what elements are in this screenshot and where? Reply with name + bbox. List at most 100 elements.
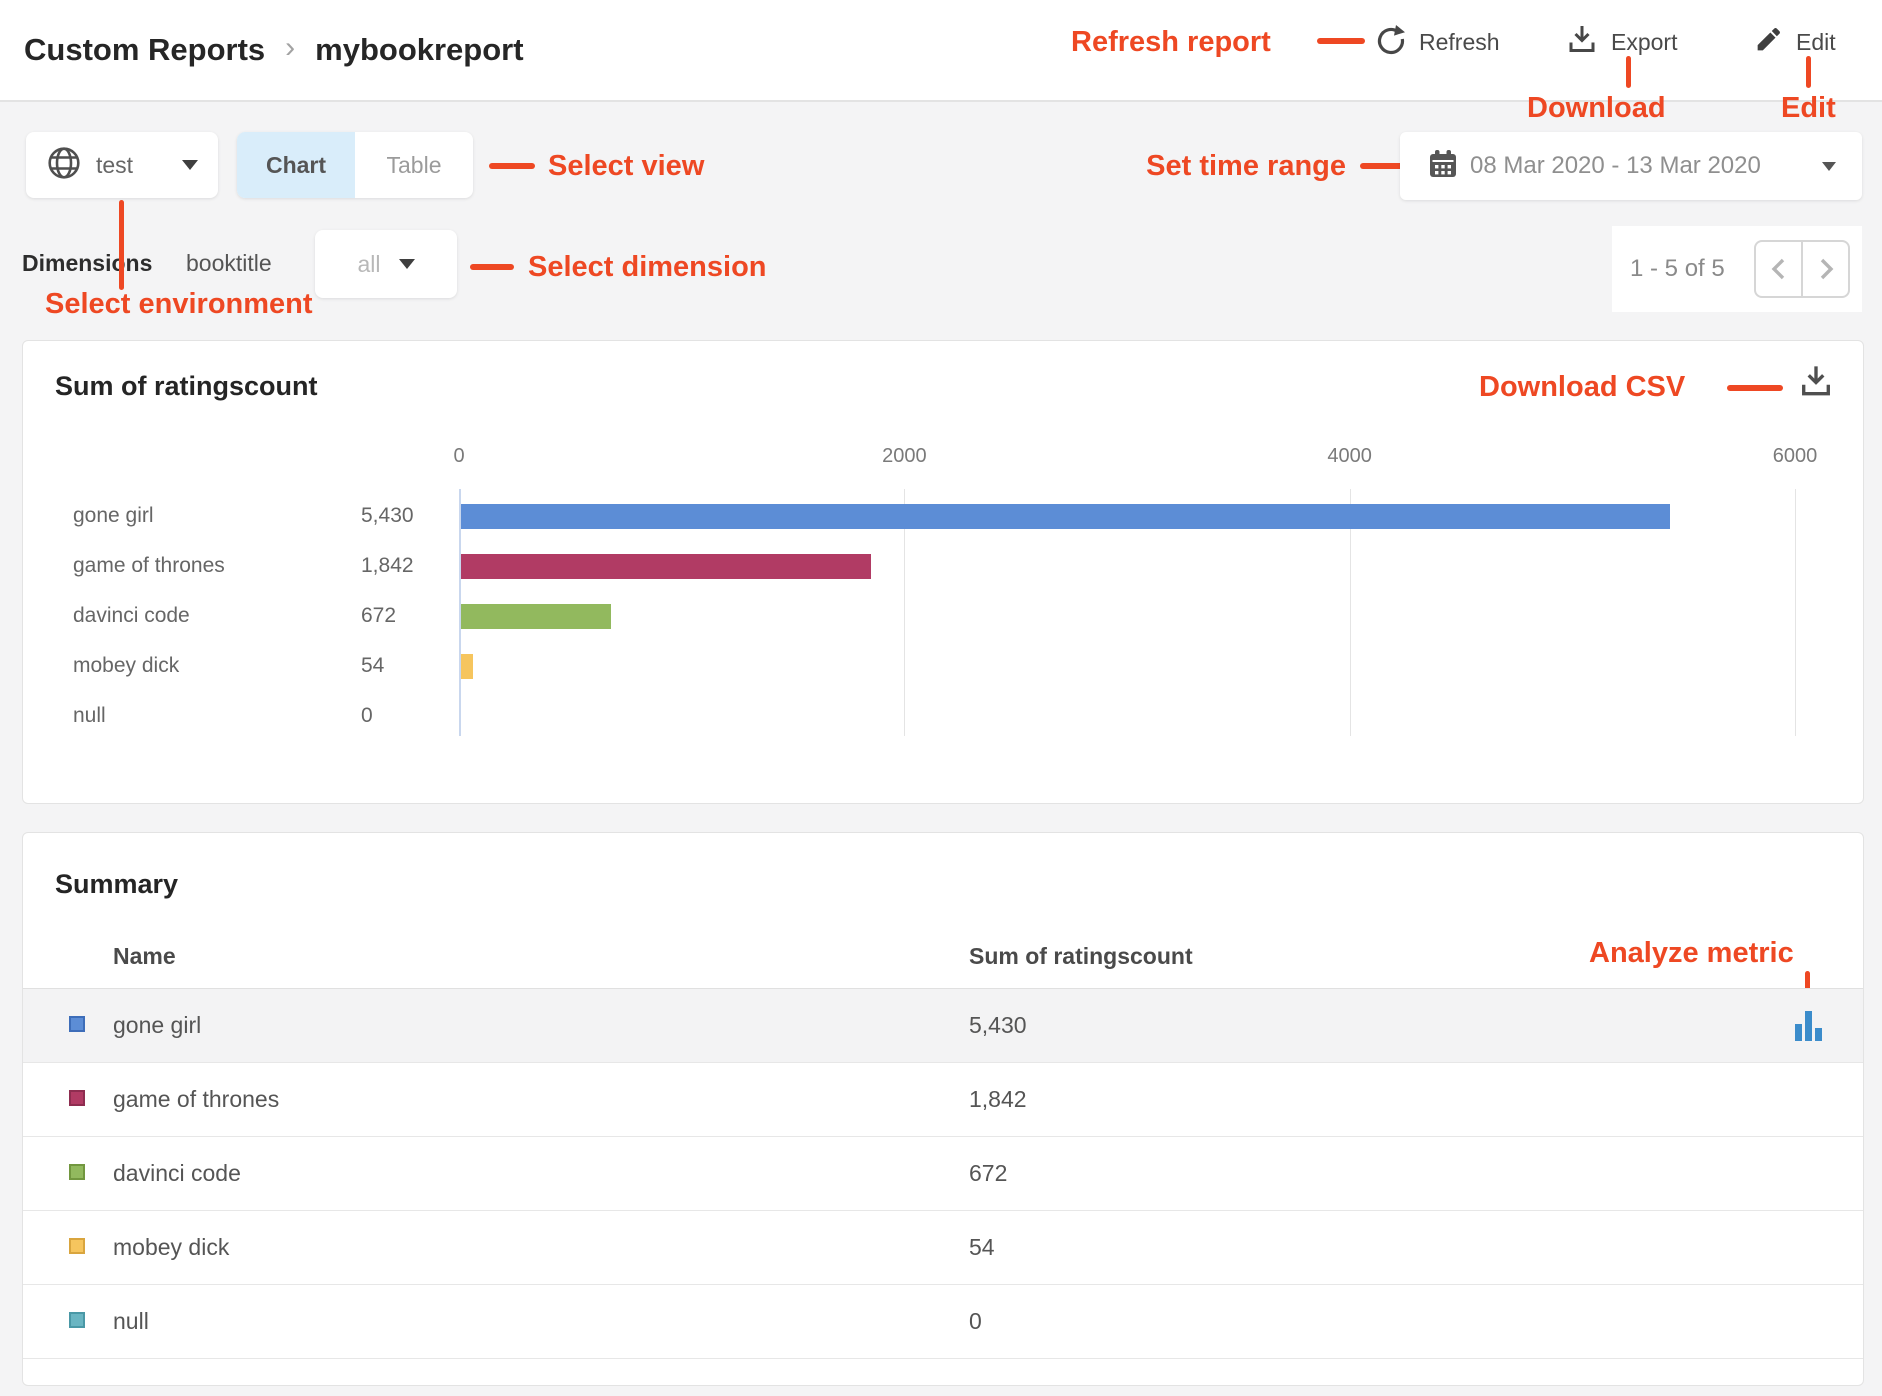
export-label: Export — [1611, 29, 1677, 56]
chart-bar — [461, 554, 871, 579]
pagination-buttons — [1754, 240, 1850, 298]
pencil-icon — [1752, 24, 1784, 61]
annotation-edit: Edit — [1781, 92, 1836, 125]
next-page-button[interactable] — [1803, 242, 1848, 296]
annotation-select-dimension: Select dimension — [528, 251, 767, 284]
summary-value: 0 — [969, 1285, 982, 1358]
environment-dropdown[interactable]: test — [26, 132, 218, 198]
breadcrumb-parent[interactable]: Custom Reports — [24, 32, 265, 68]
series-color-swatch — [69, 1312, 85, 1328]
annotation-line-edit — [1806, 56, 1811, 88]
annotation-select-view: Select view — [548, 150, 704, 183]
series-color-swatch — [69, 1016, 85, 1032]
pagination-range: 1 - 5 of 5 — [1630, 255, 1725, 283]
x-tick-label: 4000 — [1327, 445, 1372, 468]
globe-icon — [46, 145, 82, 186]
chart-category-label: game of thrones — [73, 541, 225, 591]
annotation-download: Download — [1527, 92, 1666, 125]
column-header-value: Sum of ratingscount — [969, 943, 1193, 970]
dimension-selected-value: all — [357, 251, 380, 278]
chevron-down-icon — [399, 259, 415, 269]
chart-row: null 0 — [23, 691, 1863, 741]
previous-page-button[interactable] — [1756, 242, 1803, 296]
date-range-value: 08 Mar 2020 - 13 Mar 2020 — [1470, 152, 1761, 180]
chart-value-label: 1,842 — [361, 541, 414, 591]
series-color-swatch — [69, 1090, 85, 1106]
summary-row[interactable]: davinci code 672 — [23, 1137, 1863, 1211]
chart-value-label: 672 — [361, 591, 396, 641]
annotation-set-time-range: Set time range — [1110, 150, 1346, 183]
chevron-down-icon — [182, 160, 198, 170]
chart-bar — [461, 604, 611, 629]
summary-name: null — [113, 1285, 149, 1358]
chart-category-label: mobey dick — [73, 641, 179, 691]
chart-row: gone girl 5,430 — [23, 491, 1863, 541]
summary-name: game of thrones — [113, 1063, 279, 1136]
dimension-field-name: booktitle — [186, 250, 272, 277]
chart-row: game of thrones 1,842 — [23, 541, 1863, 591]
refresh-label: Refresh — [1419, 29, 1500, 56]
edit-label: Edit — [1796, 29, 1836, 56]
annotation-analyze-metric: Analyze metric — [1589, 937, 1794, 970]
summary-row[interactable]: null 0 — [23, 1285, 1863, 1359]
summary-row[interactable]: game of thrones 1,842 — [23, 1063, 1863, 1137]
series-color-swatch — [69, 1164, 85, 1180]
dimensions-label: Dimensions — [22, 250, 152, 277]
chart-category-label: gone girl — [73, 491, 154, 541]
chart-value-label: 5,430 — [361, 491, 414, 541]
x-tick-label: 0 — [453, 445, 464, 468]
x-tick-label: 6000 — [1773, 445, 1818, 468]
chart-row: mobey dick 54 — [23, 641, 1863, 691]
summary-row[interactable]: gone girl 5,430 — [23, 989, 1863, 1063]
pagination: 1 - 5 of 5 — [1612, 226, 1862, 312]
analyze-metric-icon[interactable] — [1795, 1010, 1823, 1046]
annotation-line-select-view — [489, 163, 535, 169]
summary-value: 672 — [969, 1137, 1007, 1210]
summary-value: 54 — [969, 1211, 995, 1284]
chevron-down-icon — [1822, 162, 1836, 171]
chart-bar — [461, 654, 473, 679]
annotation-line-select-environment — [119, 200, 124, 290]
annotation-line-download — [1626, 56, 1631, 88]
chart-bar — [461, 504, 1670, 529]
breadcrumb: Custom Reports › mybookreport — [24, 0, 524, 100]
dimension-value-dropdown[interactable]: all — [315, 230, 457, 298]
edit-button[interactable]: Edit — [1752, 0, 1836, 84]
summary-value: 5,430 — [969, 989, 1027, 1062]
summary-name: gone girl — [113, 989, 201, 1062]
annotation-refresh-report: Refresh report — [1071, 26, 1271, 59]
tab-chart[interactable]: Chart — [237, 132, 355, 198]
chart-category-label: null — [73, 691, 106, 741]
breadcrumb-chevron-icon: › — [285, 31, 295, 65]
calendar-icon — [1426, 147, 1460, 186]
column-header-name: Name — [113, 943, 176, 970]
breadcrumb-current: mybookreport — [315, 32, 523, 68]
chart-row: davinci code 672 — [23, 591, 1863, 641]
annotation-line-select-dimension — [470, 264, 514, 270]
chart-value-label: 54 — [361, 641, 384, 691]
chart-category-label: davinci code — [73, 591, 190, 641]
chart-value-label: 0 — [361, 691, 373, 741]
annotation-line-refresh — [1317, 38, 1365, 44]
export-button[interactable]: Export — [1565, 0, 1677, 84]
summary-card: Summary Analyze metric Name Sum of ratin… — [22, 832, 1864, 1386]
summary-name: mobey dick — [113, 1211, 229, 1284]
summary-row[interactable]: mobey dick 54 — [23, 1211, 1863, 1285]
summary-rows: gone girl5,430game of thrones1,842davinc… — [23, 989, 1863, 1359]
tab-table[interactable]: Table — [355, 132, 473, 198]
chart-rows: gone girl5,430game of thrones1,842davinc… — [23, 491, 1863, 741]
environment-name: test — [96, 152, 133, 179]
annotation-select-environment: Select environment — [45, 288, 313, 321]
chart-card: Sum of ratingscount Download CSV 0200040… — [22, 340, 1864, 804]
date-range-picker[interactable]: 08 Mar 2020 - 13 Mar 2020 — [1400, 132, 1862, 200]
refresh-button[interactable]: Refresh — [1375, 0, 1500, 84]
summary-name: davinci code — [113, 1137, 241, 1210]
summary-value: 1,842 — [969, 1063, 1027, 1136]
summary-title: Summary — [55, 869, 178, 900]
series-color-swatch — [69, 1238, 85, 1254]
view-toggle: Chart Table — [237, 132, 473, 198]
download-icon — [1565, 23, 1599, 62]
custom-report-page: Custom Reports › mybookreport Refresh Ex… — [0, 0, 1882, 1396]
refresh-icon — [1375, 24, 1407, 61]
x-tick-label: 2000 — [882, 445, 927, 468]
